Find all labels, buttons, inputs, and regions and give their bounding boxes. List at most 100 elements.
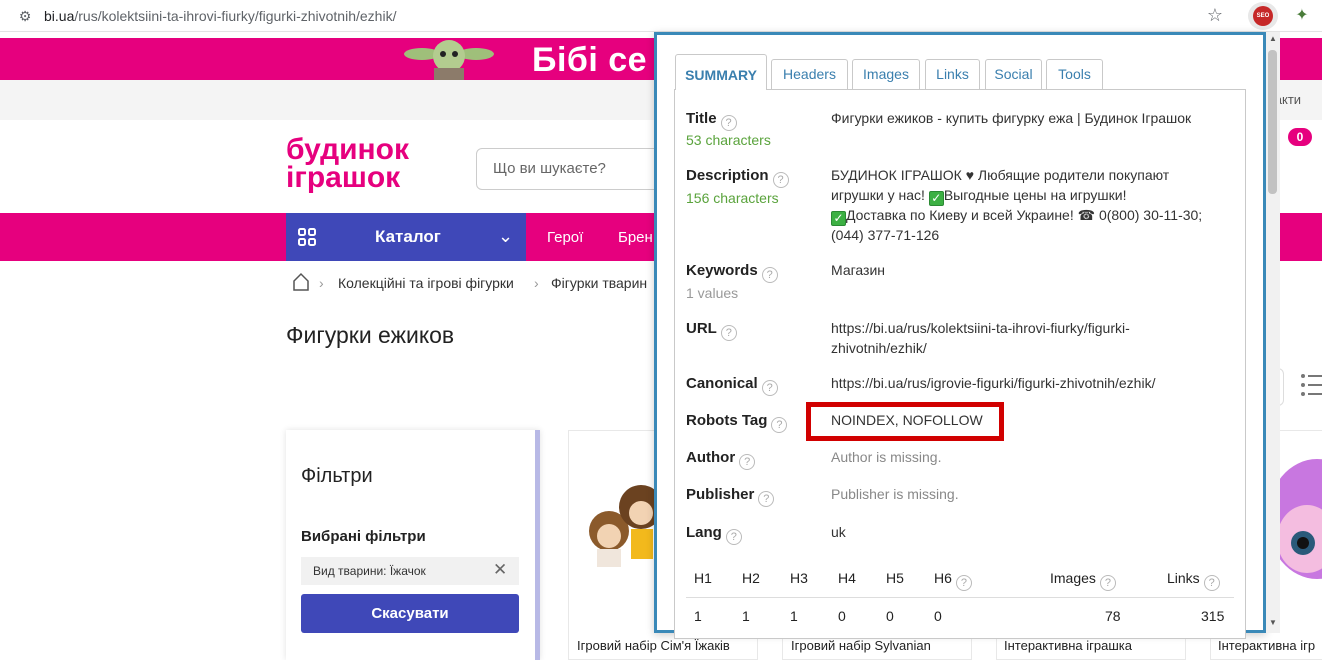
close-icon[interactable]: ✕ (493, 560, 507, 580)
title-char-count: 53 characters (686, 132, 771, 148)
site-info-icon[interactable]: ⚙ (16, 7, 34, 25)
description-text: Доставка по Киеву и всей Украине! ☎ 0(80… (846, 207, 1203, 223)
help-icon[interactable]: ? (739, 454, 756, 470)
url-value-line[interactable]: https://bi.ua/rus/kolektsiini-ta-ihrovi-… (831, 318, 1130, 338)
author-row-label: Author? (686, 448, 756, 470)
breadcrumb-separator-icon: › (534, 275, 539, 291)
breadcrumb-item[interactable]: Колекційні та ігрові фігурки (338, 275, 514, 291)
help-icon[interactable]: ? (720, 115, 737, 131)
reset-filters-button[interactable]: Скасувати (301, 594, 519, 633)
h2-header: H2 (742, 570, 760, 586)
list-view-icon[interactable] (1300, 372, 1322, 398)
publisher-label: Publisher (686, 486, 755, 503)
h4-header: H4 (838, 570, 856, 586)
lang-row-label: Lang? (686, 523, 742, 545)
logo-line-1: будинок (286, 133, 410, 166)
h3-header: H3 (790, 570, 808, 586)
description-line: ✓ Доставка по Киеву и всей Украине! ☎ 0(8… (831, 205, 1202, 226)
url-value-line[interactable]: zhivotnih/ezhik/ (831, 338, 927, 358)
product-name[interactable]: Інтерактивна ігр (1218, 638, 1315, 653)
images-label: Images (1050, 570, 1096, 586)
links-label: Links (1167, 570, 1200, 586)
h6-label: H6 (934, 570, 952, 586)
lang-value: uk (831, 524, 846, 540)
help-icon[interactable]: ? (955, 575, 972, 591)
h3-count: 1 (790, 608, 798, 624)
description-label: Description (686, 167, 769, 184)
selected-filters-heading: Вибрані фільтри (301, 528, 426, 545)
seo-extension-button[interactable]: SEO (1248, 2, 1278, 30)
description-line: игрушки у нас! ✓ Выгодные цены на игрушки… (831, 185, 1127, 206)
url-label: URL (686, 320, 717, 337)
images-header: Images? (1050, 568, 1116, 591)
keywords-count: 1 values (686, 285, 739, 301)
help-icon[interactable]: ? (772, 172, 789, 188)
home-icon[interactable] (292, 272, 310, 292)
tab-tools[interactable]: Tools (1046, 59, 1103, 89)
robots-label: Robots Tag (686, 412, 768, 429)
extensions-puzzle-icon[interactable]: ✦ (1292, 6, 1312, 26)
product-name[interactable]: Ігровий набір Сім'я Їжаків (577, 638, 730, 653)
catalog-button[interactable]: Каталог ⌄ (286, 213, 526, 261)
product-name[interactable]: Ігровий набір Sylvanian (791, 638, 931, 653)
description-line: (044) 377-71-126 (831, 227, 940, 243)
site-logo[interactable]: будинок іграшок (286, 133, 436, 196)
help-icon[interactable]: ? (761, 267, 778, 283)
help-icon[interactable]: ? (720, 325, 737, 341)
scrollbar-thumb[interactable] (1268, 50, 1277, 194)
canonical-value[interactable]: https://bi.ua/rus/igrovie-figurki/figurk… (831, 373, 1155, 393)
url-domain: bi.ua (44, 8, 75, 24)
robots-value: NOINDEX, NOFOLLOW (831, 412, 983, 428)
cart-count-badge: 0 (1288, 128, 1312, 146)
promo-text: Бібі се (532, 41, 648, 79)
title-label: Title (686, 110, 717, 127)
product-name[interactable]: Інтерактивна іграшка (1004, 638, 1132, 653)
address-url[interactable]: bi.ua/rus/kolektsiini-ta-ihrovi-fiurky/f… (44, 6, 396, 26)
description-char-count: 156 characters (686, 190, 779, 206)
help-icon[interactable]: ? (1203, 575, 1220, 591)
h5-header: H5 (886, 570, 904, 586)
tab-social[interactable]: Social (985, 59, 1042, 89)
nav-item-heroes[interactable]: Герої (547, 229, 583, 246)
h6-count: 0 (934, 608, 942, 624)
h1-header: H1 (694, 570, 712, 586)
help-icon[interactable]: ? (725, 529, 742, 545)
help-icon[interactable]: ? (761, 380, 778, 396)
tab-links[interactable]: Links (925, 59, 980, 89)
keywords-value: Магазин (831, 262, 886, 278)
filter-chip-label: Вид тварини: Їжачок (313, 564, 426, 578)
tab-images[interactable]: Images (852, 59, 920, 89)
help-icon[interactable]: ? (758, 491, 775, 507)
h6-header: H6? (934, 568, 972, 591)
description-text: игрушки у нас! (831, 187, 929, 203)
selected-filter-chip: Вид тварини: Їжачок ✕ (301, 557, 519, 585)
chevron-down-icon: ⌄ (498, 226, 514, 246)
bookmark-star-icon[interactable]: ☆ (1204, 4, 1226, 26)
help-icon[interactable]: ? (771, 417, 788, 433)
scroll-up-arrow-icon[interactable]: ▲ (1266, 34, 1280, 46)
h2-count: 1 (742, 608, 750, 624)
help-icon[interactable]: ? (1099, 575, 1116, 591)
nav-item-brands[interactable]: Брен (618, 229, 653, 246)
url-path: /rus/kolektsiini-ta-ihrovi-fiurky/figurk… (74, 8, 397, 24)
scroll-down-arrow-icon[interactable]: ▼ (1266, 618, 1280, 630)
links-header: Links? (1167, 568, 1220, 591)
h5-count: 0 (886, 608, 894, 624)
h4-count: 0 (838, 608, 846, 624)
canonical-row-label: Canonical? (686, 374, 778, 396)
tab-headers[interactable]: Headers (771, 59, 848, 89)
title-value: Фигурки ежиков - купить фигурку ежа | Бу… (831, 110, 1192, 126)
breadcrumb-item[interactable]: Фігурки тварин (551, 275, 647, 291)
h1-count: 1 (694, 608, 702, 624)
title-row-label: Title? (686, 109, 737, 131)
grid-icon (298, 228, 316, 246)
page-title: Фигурки ежиков (286, 322, 455, 348)
check-mark-icon: ✓ (928, 191, 944, 206)
description-text: Выгодные цены на игрушки! (943, 187, 1127, 203)
publisher-row-label: Publisher? (686, 485, 775, 507)
table-divider (686, 597, 1234, 598)
catalog-label: Каталог (375, 227, 441, 246)
tab-summary[interactable]: SUMMARY (675, 54, 767, 90)
check-mark-icon: ✓ (831, 211, 846, 226)
baby-yoda-character-icon (404, 40, 494, 80)
